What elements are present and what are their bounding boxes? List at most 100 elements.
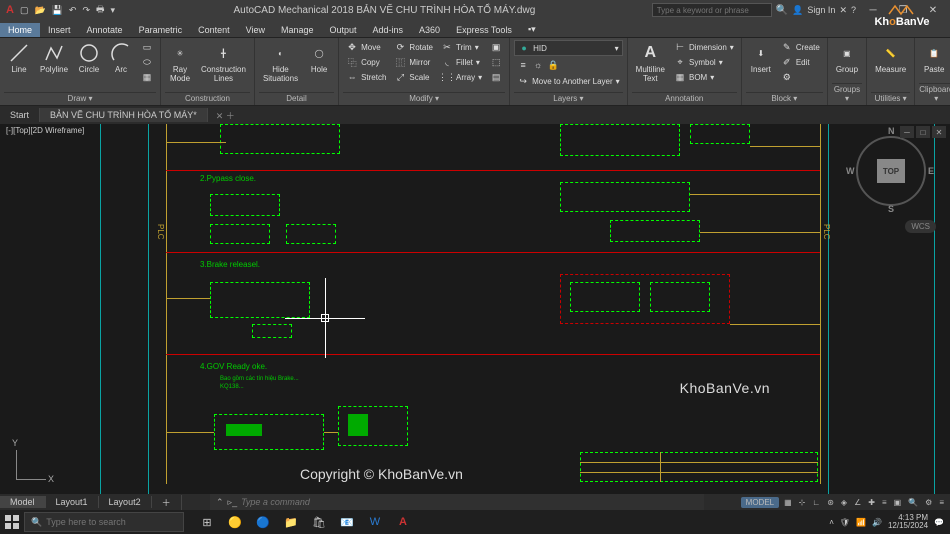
viewcube[interactable]: TOP N S E W bbox=[846, 126, 936, 216]
view-label[interactable]: [-][Top][2D Wireframe] bbox=[6, 126, 84, 135]
cmd-history-icon[interactable]: ⌃ bbox=[216, 497, 224, 508]
tab-a360[interactable]: A360 bbox=[411, 23, 448, 37]
status-anno-icon[interactable]: ▣ bbox=[892, 498, 904, 507]
qat-dropdown-icon[interactable]: ▾ bbox=[111, 5, 116, 16]
tab-extra[interactable]: ▪▾ bbox=[520, 22, 544, 37]
qat-undo-icon[interactable]: ↶ bbox=[69, 5, 77, 16]
taskview-icon[interactable]: ⊞ bbox=[194, 511, 220, 533]
file-tab-start[interactable]: Start bbox=[0, 108, 40, 122]
tab-addins[interactable]: Add-ins bbox=[365, 23, 412, 37]
create-button[interactable]: ✎Create bbox=[778, 40, 823, 54]
layout-tab-model[interactable]: Model bbox=[0, 496, 46, 508]
app-store-icon[interactable]: 🛍 bbox=[306, 511, 332, 533]
taskbar-search-input[interactable] bbox=[46, 517, 177, 527]
move-button[interactable]: ✥Move bbox=[343, 40, 389, 54]
tray-notifications-icon[interactable]: 💬 bbox=[934, 518, 944, 527]
copy-button[interactable]: ⿻Copy bbox=[343, 55, 389, 69]
drawing-canvas[interactable]: PLC PLC 2.Pypass close. 3.Brake releasel… bbox=[0, 124, 950, 494]
tab-home[interactable]: Home bbox=[0, 23, 40, 37]
app-outlook-icon[interactable]: 📧 bbox=[334, 511, 360, 533]
edit-attr-button[interactable]: ⚙ bbox=[778, 70, 823, 84]
layer-row2[interactable]: ≡☼🔒 bbox=[514, 58, 562, 72]
canvas-close-button[interactable]: ✕ bbox=[932, 126, 946, 138]
line-button[interactable]: Line bbox=[4, 40, 34, 76]
help-icon[interactable]: ? bbox=[851, 5, 856, 15]
layout-tab-2[interactable]: Layout2 bbox=[99, 496, 152, 508]
modify-x3-button[interactable]: ▤ bbox=[487, 70, 505, 84]
status-snap-icon[interactable]: ⊹ bbox=[797, 498, 808, 507]
signin-label[interactable]: Sign In bbox=[807, 5, 835, 15]
qat-redo-icon[interactable]: ↷ bbox=[82, 5, 90, 16]
start-button[interactable] bbox=[0, 515, 24, 529]
qat-new-icon[interactable]: ▢ bbox=[20, 5, 29, 16]
fillet-button[interactable]: ◟Fillet ▾ bbox=[438, 55, 485, 69]
tab-content[interactable]: Content bbox=[190, 23, 238, 37]
status-track-icon[interactable]: ∠ bbox=[852, 498, 863, 507]
layer-select[interactable]: ●HID▾ bbox=[514, 40, 623, 56]
construction-lines-button[interactable]: ╋Construction Lines bbox=[197, 40, 250, 85]
status-grid-icon[interactable]: ▦ bbox=[782, 498, 794, 507]
paste-button[interactable]: 📋Paste bbox=[919, 40, 949, 76]
hatch-button[interactable]: ▦ bbox=[138, 70, 156, 84]
insert-button[interactable]: ⬇Insert bbox=[746, 40, 776, 76]
viewcube-top[interactable]: TOP bbox=[877, 159, 905, 183]
hide-situations-button[interactable]: ◐Hide Situations bbox=[259, 40, 302, 85]
app-copilot-icon[interactable]: 🟡 bbox=[222, 511, 248, 533]
signin-icon[interactable]: 👤 bbox=[792, 5, 803, 16]
layout-tab-1[interactable]: Layout1 bbox=[46, 496, 99, 508]
status-model[interactable]: MODEL bbox=[741, 497, 779, 508]
taskbar-search[interactable]: 🔍 bbox=[24, 512, 184, 532]
qat-open-icon[interactable]: 📂 bbox=[34, 5, 45, 16]
array-button[interactable]: ⋮⋮Array ▾ bbox=[438, 70, 485, 84]
rectangle-button[interactable]: ▭ bbox=[138, 40, 156, 54]
tab-output[interactable]: Output bbox=[322, 23, 365, 37]
symbol-button[interactable]: ⌖Symbol ▾ bbox=[671, 55, 737, 69]
app-autocad-icon[interactable]: A bbox=[390, 511, 416, 533]
stretch-button[interactable]: ⇔Stretch bbox=[343, 70, 389, 84]
scale-button[interactable]: ⤢Scale bbox=[391, 70, 436, 84]
qat-save-icon[interactable]: 💾 bbox=[52, 5, 63, 16]
layout-tab-add[interactable]: ＋ bbox=[152, 495, 182, 510]
measure-button[interactable]: 📏Measure bbox=[871, 40, 910, 76]
move-layer-button[interactable]: ↪Move to Another Layer ▾ bbox=[514, 74, 623, 88]
tab-insert[interactable]: Insert bbox=[40, 23, 79, 37]
ellipse-button[interactable]: ⬭ bbox=[138, 55, 156, 69]
help-search-icon[interactable]: 🔍 bbox=[776, 5, 788, 16]
tray-wifi-icon[interactable]: 📶 bbox=[856, 518, 866, 527]
app-edge-icon[interactable]: 🔵 bbox=[250, 511, 276, 533]
qat-print-icon[interactable]: 🖶 bbox=[96, 2, 105, 18]
file-tab-add-button[interactable]: ✕ ＋ bbox=[208, 107, 243, 124]
circle-button[interactable]: Circle bbox=[74, 40, 104, 76]
status-gear-icon[interactable]: ⚙ bbox=[923, 498, 934, 507]
status-zoom-icon[interactable]: 🔍 bbox=[906, 498, 920, 507]
status-dyn-icon[interactable]: ✚ bbox=[866, 498, 877, 507]
status-menu-icon[interactable]: ≡ bbox=[937, 498, 946, 507]
rotate-button[interactable]: ⟳Rotate bbox=[391, 40, 436, 54]
canvas-max-button[interactable]: □ bbox=[916, 126, 930, 138]
status-osnap-icon[interactable]: ◈ bbox=[839, 498, 849, 507]
edit-button[interactable]: ✐Edit bbox=[778, 55, 823, 69]
canvas-min-button[interactable]: ─ bbox=[900, 126, 914, 138]
tray-sound-icon[interactable]: 🔊 bbox=[872, 518, 882, 527]
bom-button[interactable]: ▦BOM ▾ bbox=[671, 70, 737, 84]
app-explorer-icon[interactable]: 📁 bbox=[278, 511, 304, 533]
tray-chevron-icon[interactable]: ˄ bbox=[829, 518, 834, 527]
arc-button[interactable]: Arc bbox=[106, 40, 136, 76]
tab-express[interactable]: Express Tools bbox=[448, 23, 520, 37]
trim-button[interactable]: ✂Trim ▾ bbox=[438, 40, 485, 54]
app-icon[interactable]: A bbox=[6, 4, 14, 16]
wcs-badge[interactable]: WCS bbox=[905, 220, 936, 233]
tray-shield-icon[interactable]: 🛡 bbox=[840, 518, 850, 527]
status-ortho-icon[interactable]: ∟ bbox=[810, 498, 822, 507]
exchange-icon[interactable]: ✕ bbox=[839, 5, 847, 16]
group-button[interactable]: ▣Group bbox=[832, 40, 862, 76]
modify-x1-button[interactable]: ▣ bbox=[487, 40, 505, 54]
multiline-text-button[interactable]: AMultiline Text bbox=[632, 40, 669, 85]
modify-x2-button[interactable]: ⬚ bbox=[487, 55, 505, 69]
command-input[interactable] bbox=[241, 497, 698, 507]
hole-button[interactable]: ◯Hole bbox=[304, 40, 334, 76]
tab-parametric[interactable]: Parametric bbox=[131, 23, 191, 37]
dimension-button[interactable]: ⊢Dimension ▾ bbox=[671, 40, 737, 54]
help-search-input[interactable] bbox=[652, 3, 772, 17]
tab-annotate[interactable]: Annotate bbox=[79, 23, 131, 37]
